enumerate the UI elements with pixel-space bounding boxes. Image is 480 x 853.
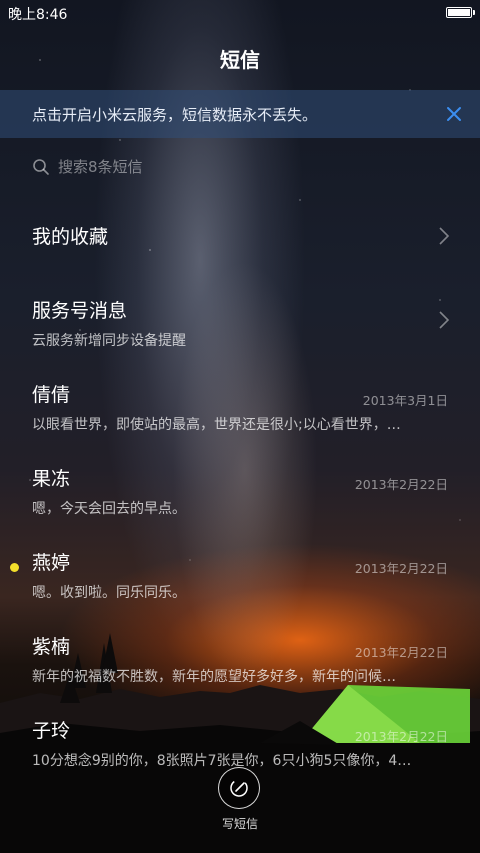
status-bar: 晚上8:46: [0, 0, 480, 26]
banner-text: 点击开启小米云服务，短信数据永不丢失。: [32, 106, 318, 124]
close-icon[interactable]: [444, 104, 464, 124]
list-item-date: 2013年2月22日: [354, 561, 448, 576]
list-item-preview: 以眼看世界，即使站的最高，世界还是很小;以心看世界，…: [32, 417, 401, 433]
list-item-title: 果冻: [32, 468, 71, 490]
list-item-conversation[interactable]: 果冻 2013年2月22日 嗯，今天会回去的早点。: [0, 446, 480, 530]
status-time: 晚上8:46: [8, 7, 68, 23]
list-item-title: 紫楠: [32, 636, 71, 658]
search-input[interactable]: [58, 156, 438, 178]
compose-icon[interactable]: [218, 767, 260, 809]
search-icon: [32, 158, 50, 176]
list-item-title: 我的收藏: [32, 226, 109, 248]
list-item-date: 2013年3月1日: [362, 393, 448, 408]
list-item-conversation[interactable]: 紫楠 2013年2月22日 新年的祝福数不胜数，新年的愿望好多好多，新年的问候…: [0, 614, 480, 698]
list-item-date: 2013年2月22日: [354, 645, 448, 660]
list-item-conversation[interactable]: 倩倩 2013年3月1日 以眼看世界，即使站的最高，世界还是很小;以心看世界，…: [0, 362, 480, 446]
list-item-preview: 嗯，今天会回去的早点。: [32, 501, 186, 517]
battery-icon: [446, 7, 475, 18]
chevron-right-icon: [439, 227, 450, 245]
list-item-conversation[interactable]: 燕婷 2013年2月22日 嗯。收到啦。同乐同乐。: [0, 530, 480, 614]
list-item-date: 2013年2月22日: [354, 477, 448, 492]
list-item-preview: 嗯。收到啦。同乐同乐。: [32, 585, 186, 601]
list-item-preview: 新年的祝福数不胜数，新年的愿望好多好多，新年的问候…: [32, 669, 396, 685]
unread-indicator: [10, 563, 19, 572]
list-item-title: 倩倩: [32, 384, 71, 406]
list-item-title: 燕婷: [32, 552, 71, 574]
list-item-title: 服务号消息: [32, 300, 128, 322]
search-bar: [0, 150, 480, 186]
conversation-list: 我的收藏 服务号消息 云服务新增同步设备提醒 倩倩 2013年3月1日 以眼看世…: [0, 194, 480, 782]
cloud-sync-banner[interactable]: 点击开启小米云服务，短信数据永不丢失。: [0, 90, 480, 138]
compose-button[interactable]: 写短信: [190, 767, 290, 847]
chevron-right-icon: [439, 311, 450, 329]
list-item-preview: 云服务新增同步设备提醒: [32, 333, 186, 349]
list-item-service-messages[interactable]: 服务号消息 云服务新增同步设备提醒: [0, 278, 480, 362]
list-item-favorites[interactable]: 我的收藏: [0, 194, 480, 278]
list-item-title: 子玲: [32, 720, 71, 742]
page-title: 短信: [220, 48, 260, 72]
list-item-date: 2013年2月22日: [354, 729, 448, 744]
compose-label: 写短信: [221, 817, 258, 831]
